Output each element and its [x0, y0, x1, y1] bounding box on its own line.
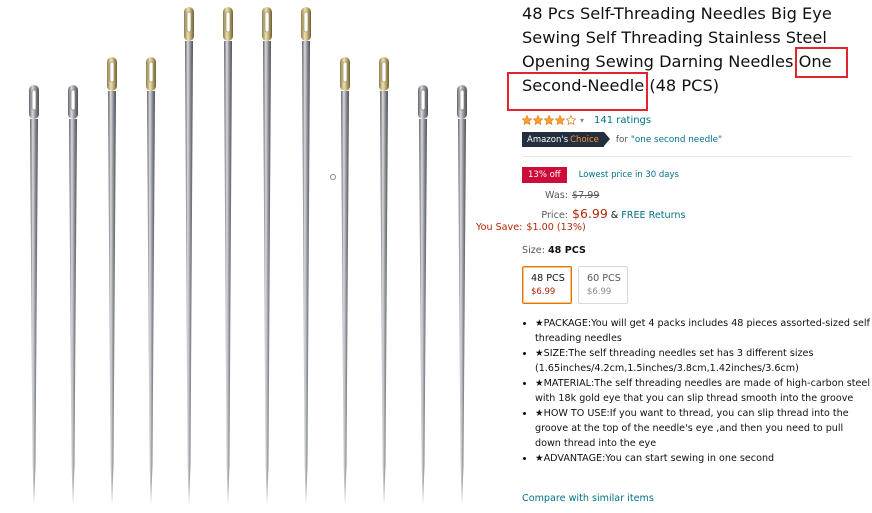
- was-label: Was:: [545, 190, 568, 201]
- choice-for-text: for "one second needle": [616, 135, 722, 145]
- star-icon: [521, 114, 533, 126]
- divider: [522, 156, 852, 157]
- needle: [418, 85, 428, 505]
- star-icon: [543, 114, 555, 126]
- you-save-label: You Save:: [476, 222, 523, 233]
- deal-badge: 13% off: [522, 167, 567, 183]
- needle: [184, 7, 194, 505]
- amazons-choice-badge: Amazon's Choice: [522, 132, 610, 147]
- feature-bullets: ★PACKAGE:You will get 4 packs includes 4…: [522, 316, 870, 466]
- badge-part1: Amazon's: [527, 134, 569, 145]
- savings-row: You Save: $1.00 (13%): [476, 222, 685, 238]
- size-option-name: 60 PCS: [587, 273, 621, 284]
- current-price: $6.99: [572, 206, 608, 221]
- size-label: Size: 48 PCS: [522, 245, 586, 256]
- price-label: Price:: [541, 210, 568, 221]
- free-returns-link[interactable]: FREE Returns: [621, 210, 685, 221]
- size-option-60-pcs[interactable]: 60 PCS $6.99: [578, 266, 628, 304]
- image-dot: [330, 174, 336, 180]
- bullet-item: ★PACKAGE:You will get 4 packs includes 4…: [535, 316, 870, 346]
- needle: [146, 57, 156, 505]
- bullet-item: ★ADVANTAGE:You can start sewing in one s…: [535, 451, 870, 466]
- size-option-price: $6.99: [531, 287, 556, 297]
- highlight-box-second-needle: [507, 72, 648, 111]
- bullet-item: ★MATERIAL:The self threading needles are…: [535, 376, 870, 406]
- you-save-value: $1.00 (13%): [526, 222, 586, 233]
- needle: [340, 57, 350, 505]
- needle: [29, 85, 39, 505]
- choice-term-link[interactable]: "one second needle": [631, 135, 722, 145]
- star-rating[interactable]: [521, 114, 577, 126]
- rating-row: ▾ 141 ratings: [521, 112, 651, 128]
- deal-note: Lowest price in 30 days: [578, 170, 679, 180]
- price-table: Was: $7.99 Price: $6.99 & FREE Returns Y…: [476, 190, 685, 238]
- amazons-choice-row: Amazon's Choice for "one second needle": [522, 132, 722, 147]
- bullet-item: ★HOW TO USE:If you want to thread, you c…: [535, 406, 870, 451]
- size-selected: 48 PCS: [548, 245, 586, 256]
- needle: [379, 57, 389, 505]
- was-price: $7.99: [572, 190, 600, 201]
- size-option-48-pcs[interactable]: 48 PCS $6.99: [522, 266, 572, 304]
- star-icon: [565, 114, 577, 126]
- deal-row: 13% off Lowest price in 30 days: [522, 167, 679, 183]
- bullet-item: ★SIZE:The self threading needles set has…: [535, 346, 870, 376]
- compare-similar-link[interactable]: Compare with similar items: [522, 493, 654, 504]
- needle: [107, 57, 117, 505]
- product-image[interactable]: [0, 0, 510, 513]
- needle: [223, 7, 233, 505]
- highlight-box-one: [795, 47, 848, 78]
- needle: [457, 85, 467, 505]
- size-option-price: $6.99: [587, 287, 612, 297]
- amp-separator: &: [610, 210, 619, 221]
- size-label-text: Size:: [522, 245, 545, 256]
- was-row: Was: $7.99: [522, 190, 685, 206]
- size-swatches: 48 PCS $6.99 60 PCS $6.99: [522, 266, 628, 304]
- needles-image: [29, 7, 467, 505]
- price-row: Price: $6.99 & FREE Returns: [522, 206, 685, 222]
- choice-for-label: for: [615, 134, 629, 145]
- needle: [262, 7, 272, 505]
- needle: [301, 7, 311, 505]
- star-icon: [554, 114, 566, 126]
- badge-part2: Choice: [570, 134, 599, 145]
- star-icon: [532, 114, 544, 126]
- chevron-down-icon[interactable]: ▾: [580, 116, 584, 125]
- size-option-name: 48 PCS: [531, 273, 565, 284]
- ratings-count-link[interactable]: 141 ratings: [594, 115, 651, 126]
- needle: [68, 85, 78, 505]
